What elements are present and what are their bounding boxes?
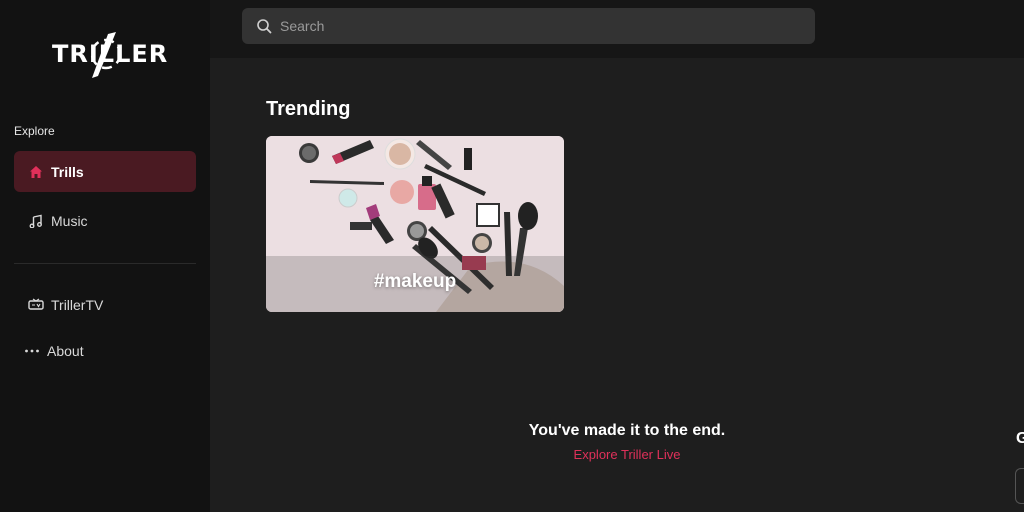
offscreen-button-fragment[interactable] — [1015, 468, 1024, 504]
triller-logo[interactable]: TRILLER — [50, 30, 167, 78]
sidebar-item-label: About — [47, 342, 84, 359]
end-of-feed-message: You've made it to the end. — [528, 422, 726, 439]
home-icon — [28, 164, 44, 180]
offscreen-heading-fragment: G — [1016, 430, 1024, 447]
logo-text: TRILLER — [52, 40, 169, 68]
top-bar — [210, 0, 1024, 58]
explore-section-label: Explore — [14, 124, 55, 138]
search-icon — [257, 19, 272, 34]
music-note-icon — [28, 213, 44, 229]
sidebar-item-label: Music — [51, 212, 88, 229]
trending-card-makeup[interactable]: #makeup — [266, 136, 564, 312]
sidebar-item-trillertv[interactable]: TrillerTV — [14, 284, 196, 325]
sidebar-item-music[interactable]: Music — [14, 200, 196, 241]
search-box[interactable] — [242, 8, 815, 44]
sidebar-divider — [14, 263, 196, 264]
more-dots-icon — [24, 343, 40, 359]
sidebar-item-label: Trills — [51, 163, 84, 180]
tv-icon — [28, 297, 44, 313]
sidebar: TRILLER Explore Trills Music TrillerTV A… — [0, 0, 210, 512]
explore-triller-live-link[interactable]: Explore Triller Live — [210, 447, 1024, 462]
main-content: Trending #makeup You've made it to the e… — [210, 58, 1024, 512]
sidebar-item-label: TrillerTV — [51, 296, 104, 313]
sidebar-item-about[interactable]: About — [14, 330, 196, 371]
trending-heading: Trending — [266, 98, 351, 120]
search-input[interactable] — [280, 18, 800, 34]
app-root: TRILLER Explore Trills Music TrillerTV A… — [0, 0, 1024, 512]
sidebar-item-trills[interactable]: Trills — [14, 151, 196, 192]
trending-card-label: #makeup — [373, 271, 457, 292]
